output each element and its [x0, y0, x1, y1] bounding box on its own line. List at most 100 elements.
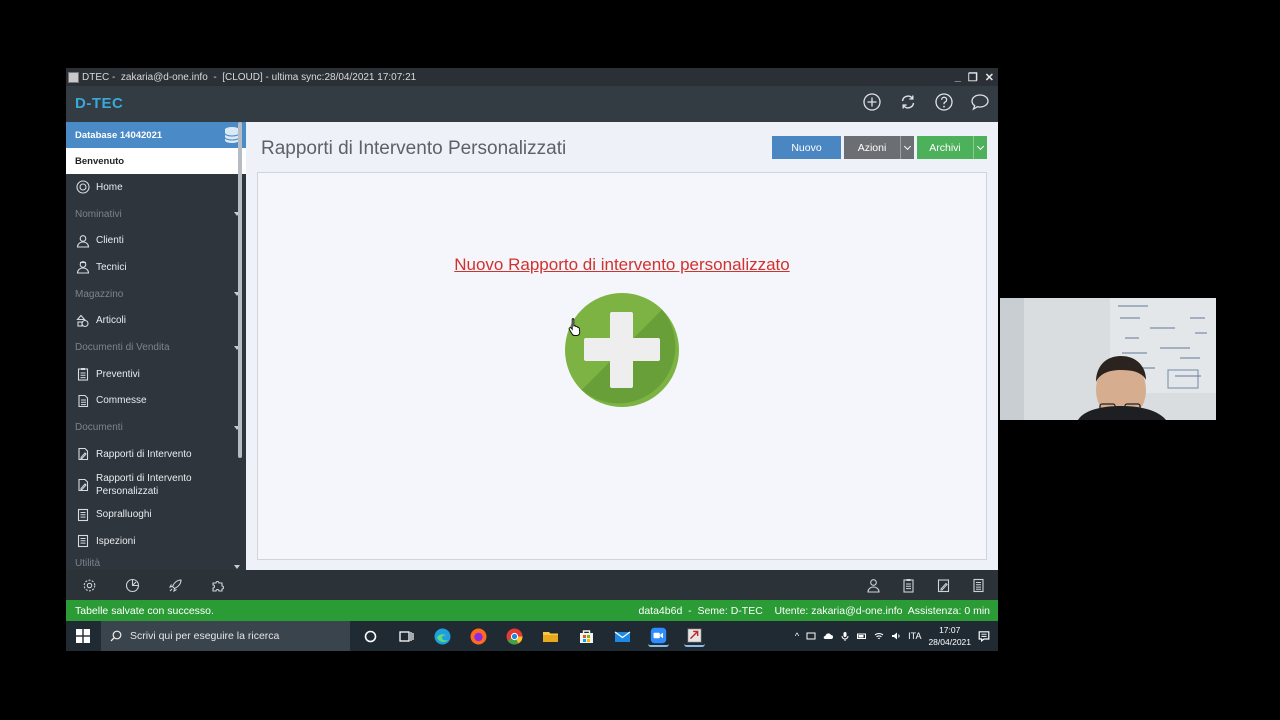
section-label: Nominativi	[75, 208, 122, 220]
sidebar-item-benvenuto[interactable]: Benvenuto	[66, 148, 246, 174]
chevron-down-icon[interactable]	[973, 136, 987, 159]
notification-icon[interactable]	[978, 630, 990, 642]
app-header: D-TEC	[66, 86, 998, 122]
edge-icon[interactable]	[432, 626, 453, 647]
minimize-button[interactable]: _	[955, 71, 961, 83]
azioni-dropdown[interactable]: Azioni	[844, 136, 914, 159]
clipboard-icon	[77, 368, 89, 381]
sidebar-item-label: Articoli	[96, 315, 127, 327]
button-label: Archivi	[929, 141, 961, 154]
sync-icon[interactable]	[898, 92, 918, 112]
sidebar-item-clienti[interactable]: Clienti	[66, 228, 246, 255]
taskbar-search-box[interactable]: Scrivi qui per eseguire la ricerca	[101, 621, 350, 651]
sidebar-item-label: Preventivi	[96, 368, 140, 380]
search-placeholder: Scrivi qui per eseguire la ricerca	[130, 630, 280, 642]
sidebar-item-ispezioni[interactable]: Ispezioni	[66, 528, 246, 555]
status-info: data4b6d - Seme: D-TEC Utente: zakaria@d…	[638, 604, 991, 617]
firefox-icon[interactable]	[468, 626, 489, 647]
list-document-icon	[77, 508, 89, 521]
page-title: Rapporti di Intervento Personalizzati	[261, 138, 567, 159]
sidebar-section-nominativi[interactable]: Nominativi	[66, 201, 246, 228]
home-icon	[76, 180, 90, 194]
help-icon[interactable]	[934, 92, 954, 112]
file-explorer-icon[interactable]	[540, 626, 561, 647]
new-report-link[interactable]: Nuovo Rapporto di intervento personalizz…	[258, 255, 986, 275]
mail-icon[interactable]	[612, 626, 633, 647]
main-content: Rapporti di Intervento Personalizzati Nu…	[246, 122, 998, 570]
bottom-toolbar	[66, 570, 998, 600]
app-window: DTEC - zakaria@d-one.info - [CLOUD] - ul…	[66, 68, 998, 651]
technician-icon	[76, 261, 90, 274]
shapes-icon	[76, 314, 89, 327]
edit-document-icon[interactable]	[936, 578, 951, 593]
restore-button[interactable]: ❐	[968, 71, 978, 84]
sidebar-item-home[interactable]: Home	[66, 174, 246, 201]
rocket-icon[interactable]	[168, 578, 183, 593]
battery-icon[interactable]	[857, 631, 867, 641]
settings-icon[interactable]	[82, 578, 97, 593]
chevron-down-icon[interactable]	[900, 136, 914, 159]
document-icon	[78, 394, 89, 407]
webcam-video-feed	[1000, 298, 1216, 420]
close-button[interactable]: ✕	[985, 71, 994, 84]
dtec-app-icon[interactable]	[684, 626, 705, 647]
plugin-icon[interactable]	[211, 578, 226, 593]
sidebar-item-commesse[interactable]: Commesse	[66, 388, 246, 415]
list-document-icon	[77, 535, 89, 548]
add-plus-icon[interactable]	[564, 292, 680, 408]
chevron-up-icon[interactable]: ^	[795, 631, 799, 641]
meet-now-icon[interactable]	[806, 631, 816, 641]
chat-icon[interactable]	[970, 92, 990, 112]
language-indicator[interactable]: ITA	[908, 631, 921, 641]
sidebar-section-documenti-vendita[interactable]: Documenti di Vendita	[66, 334, 246, 361]
header-actions	[862, 92, 990, 112]
task-view-icon[interactable]	[396, 626, 417, 647]
chrome-icon[interactable]	[504, 626, 525, 647]
sidebar-item-tecnici[interactable]: Tecnici	[66, 254, 246, 281]
add-circle-icon[interactable]	[862, 92, 882, 112]
sidebar-item-rapporti-personalizzati[interactable]: Rapporti di Intervento Personalizzati	[66, 468, 246, 502]
label-line-2: Personalizzati	[96, 485, 159, 497]
section-label: Magazzino	[75, 288, 124, 300]
sidebar-item-label: Rapporti di Intervento	[96, 448, 192, 460]
brand-logo: D-TEC	[75, 95, 124, 112]
archivi-dropdown[interactable]: Archivi	[917, 136, 987, 159]
sidebar-scrollbar[interactable]	[238, 122, 242, 458]
sidebar-section-documenti[interactable]: Documenti	[66, 414, 246, 441]
bottom-left-icons	[82, 578, 226, 593]
bottom-right-icons	[866, 578, 986, 593]
label-line-1: Rapporti di Intervento	[96, 472, 192, 484]
sidebar-item-preventivi[interactable]: Preventivi	[66, 361, 246, 388]
sidebar-section-utilita[interactable]: Utilità	[66, 555, 246, 569]
status-message: Tabelle salvate con successo.	[75, 604, 214, 617]
clock-time: 17:07	[939, 625, 961, 635]
hand-cursor-icon	[568, 318, 581, 336]
app-name: DTEC	[82, 71, 110, 83]
button-label: Azioni	[857, 141, 887, 154]
sidebar-section-magazzino[interactable]: Magazzino	[66, 281, 246, 308]
sidebar-item-sopralluoghi[interactable]: Sopralluoghi	[66, 502, 246, 529]
volume-icon[interactable]	[891, 631, 901, 641]
nuovo-button[interactable]: Nuovo	[772, 136, 841, 159]
sidebar-item-articoli[interactable]: Articoli	[66, 308, 246, 335]
zoom-icon[interactable]	[648, 626, 669, 647]
onedrive-icon[interactable]	[823, 631, 834, 641]
sidebar-item-label: Ispezioni	[96, 535, 136, 547]
database-selector[interactable]: Database 14042021	[66, 122, 246, 148]
sidebar-item-rapporti-intervento[interactable]: Rapporti di Intervento	[66, 441, 246, 468]
windows-start-icon[interactable]	[76, 629, 90, 643]
store-icon[interactable]	[576, 626, 597, 647]
list-document-icon[interactable]	[971, 578, 986, 593]
clock-date: 28/04/2021	[928, 637, 971, 647]
cortana-icon[interactable]	[360, 626, 381, 647]
dashboard-icon[interactable]	[125, 578, 140, 593]
search-icon	[110, 630, 122, 642]
technician-icon[interactable]	[866, 578, 881, 593]
clock[interactable]: 17:07 28/04/2021	[928, 624, 971, 648]
taskbar-apps	[360, 626, 705, 647]
sidebar-item-label: Sopralluoghi	[96, 509, 152, 521]
clipboard-icon[interactable]	[901, 578, 916, 593]
user-icon	[76, 234, 90, 248]
wifi-icon[interactable]	[874, 631, 884, 641]
microphone-icon[interactable]	[840, 631, 850, 641]
